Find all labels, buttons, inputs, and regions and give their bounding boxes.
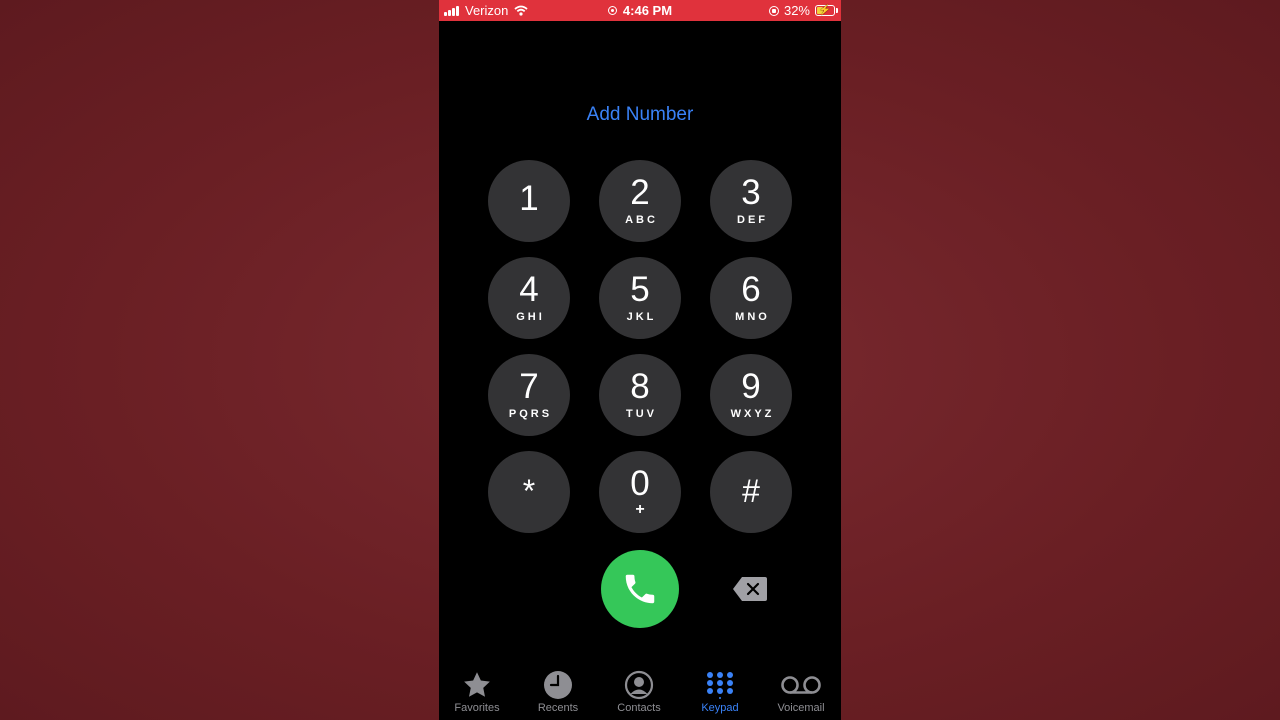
key-10[interactable]: 0 + [599, 451, 681, 533]
add-number-link[interactable]: Add Number [439, 104, 841, 126]
key-letters: WXYZ [730, 408, 775, 420]
tab-voicemail-label: Voicemail [777, 702, 825, 714]
tab-recents-label: Recents [537, 702, 579, 714]
key-digit: # [742, 473, 760, 509]
key-11[interactable]: # [710, 451, 792, 533]
call-button[interactable] [601, 550, 679, 628]
key-4[interactable]: 5 JKL [599, 257, 681, 339]
key-1[interactable]: 2 ABC [599, 160, 681, 242]
voicemail-icon [781, 676, 821, 694]
tab-bar: Favorites Recents Contacts Keypad Voicem… [439, 668, 841, 720]
key-6[interactable]: 7 PQRS [488, 354, 570, 436]
tab-keypad[interactable]: Keypad [680, 668, 760, 714]
key-digit: 4 [519, 270, 539, 309]
key-letters: TUV [626, 408, 657, 420]
key-letters: DEF [737, 214, 768, 226]
keypad-grid-icon [707, 672, 733, 699]
person-circle-icon [624, 670, 654, 700]
key-letters: ABC [625, 214, 658, 226]
tab-recents[interactable]: Recents [518, 668, 598, 714]
key-5[interactable]: 6 MNO [710, 257, 792, 339]
key-digit: 9 [741, 367, 761, 406]
phone-screen: Verizon 4:46 PM 32% ⚡ Add Number 1 2 ABC 3 D… [439, 0, 841, 720]
key-2[interactable]: 3 DEF [710, 160, 792, 242]
key-9[interactable]: * [488, 451, 570, 533]
key-digit: 1 [519, 179, 539, 218]
tab-voicemail[interactable]: Voicemail [761, 668, 841, 714]
orientation-lock-icon [768, 5, 779, 16]
screen-recording-icon [607, 6, 617, 15]
key-digit: * [522, 473, 536, 509]
clock-icon [544, 671, 572, 699]
charging-bolt-icon: ⚡ [818, 5, 832, 16]
battery-percent: 32% [783, 3, 810, 18]
key-letters: JKL [626, 311, 657, 323]
key-0[interactable]: 1 [488, 160, 570, 242]
key-digit: 2 [630, 173, 650, 212]
tab-favorites[interactable]: Favorites [439, 668, 517, 714]
status-right: 32% ⚡ [768, 3, 838, 18]
key-letters: + [635, 501, 645, 518]
tab-contacts[interactable]: Contacts [599, 668, 679, 714]
status-bar: Verizon 4:46 PM 32% ⚡ [439, 0, 841, 21]
backspace-button[interactable] [732, 576, 768, 602]
key-letters: PQRS [508, 408, 553, 420]
key-8[interactable]: 9 WXYZ [710, 354, 792, 436]
key-digit: 5 [630, 270, 650, 309]
key-digit: 8 [630, 367, 650, 406]
tab-favorites-label: Favorites [454, 702, 500, 714]
key-letters: MNO [735, 311, 770, 323]
key-digit: 3 [741, 173, 761, 212]
key-7[interactable]: 8 TUV [599, 354, 681, 436]
status-time: 4:46 PM [622, 3, 673, 18]
key-3[interactable]: 4 GHI [488, 257, 570, 339]
battery-icon: ⚡ [815, 5, 838, 16]
tab-contacts-label: Contacts [617, 702, 661, 714]
key-digit: 0 [630, 464, 650, 503]
key-letters: GHI [516, 311, 545, 323]
tab-keypad-label: Keypad [701, 702, 739, 714]
phone-icon [625, 574, 655, 604]
key-digit: 7 [519, 367, 539, 406]
key-digit: 6 [741, 270, 761, 309]
star-icon [464, 672, 490, 697]
